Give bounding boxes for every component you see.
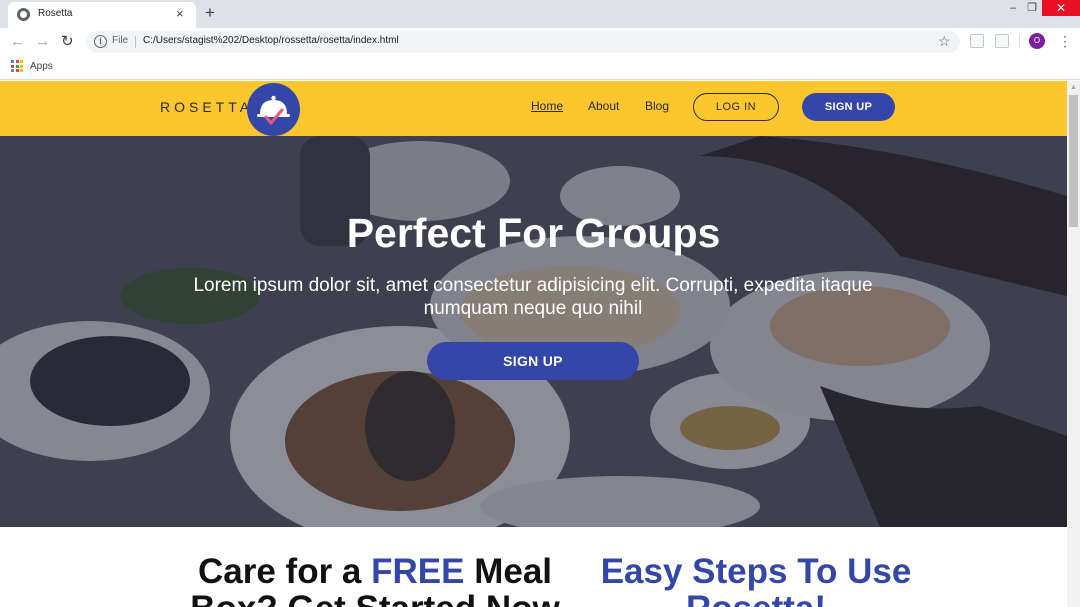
browser-tab-bar: Rosetta × + – ❐ ✕ — [0, 0, 1080, 28]
toolbar-divider — [1019, 35, 1020, 48]
free-highlight: FREE — [371, 552, 465, 591]
nav-about-link[interactable]: About — [588, 99, 619, 113]
hero-title: Perfect For Groups — [346, 210, 721, 256]
brand-name[interactable]: ROSETTA — [160, 99, 253, 115]
profile-avatar[interactable]: O — [1029, 33, 1045, 49]
forward-arrow-icon[interactable]: → — [35, 32, 50, 52]
hero-overlay — [0, 136, 1067, 527]
address-scheme-label: File — [112, 35, 129, 46]
page-viewport: ROSETTA Home About Blog LOG IN SIGN UP P… — [0, 81, 1067, 607]
globe-icon — [17, 8, 30, 21]
reload-icon[interactable]: ↻ — [61, 32, 74, 52]
hero-subtitle: Lorem ipsum dolor sit, amet consectetur … — [193, 275, 873, 319]
tab-close-icon[interactable]: × — [176, 6, 184, 22]
free-meal-heading: Care for a FREE Meal Box? Get Started No… — [160, 553, 590, 607]
hero-section: Perfect For Groups Lorem ipsum dolor sit… — [0, 136, 1067, 527]
tab-title: Rosetta — [38, 8, 73, 19]
scrollbar-thumb[interactable] — [1069, 95, 1078, 227]
bookmark-star-icon[interactable]: ☆ — [938, 33, 951, 50]
scroll-up-arrow-icon[interactable]: ▲ — [1070, 84, 1077, 91]
browser-toolbar: ← → ↻ i File C:/Users/stagist%202/Deskto… — [0, 28, 1080, 56]
nav-home-link[interactable]: Home — [531, 99, 563, 113]
site-navbar: ROSETTA Home About Blog LOG IN SIGN UP — [0, 81, 1067, 136]
nav-signup-button[interactable]: SIGN UP — [802, 93, 895, 121]
extension-icon[interactable] — [995, 34, 1009, 48]
login-button[interactable]: LOG IN — [693, 93, 779, 121]
new-tab-icon[interactable]: + — [205, 3, 215, 23]
window-close-button[interactable]: ✕ — [1042, 0, 1080, 16]
extension-icon[interactable] — [970, 34, 984, 48]
address-divider — [135, 36, 136, 48]
back-arrow-icon[interactable]: ← — [10, 32, 25, 52]
address-url[interactable]: C:/Users/stagist%202/Desktop/rossetta/ro… — [143, 35, 399, 46]
bookmarks-bar — [0, 56, 1080, 80]
apps-grid-icon[interactable] — [11, 60, 23, 72]
info-icon[interactable]: i — [94, 35, 107, 48]
free-meal-heading-pre: Care for a — [197, 552, 372, 591]
easy-steps-heading: Easy Steps To Use Rosetta! — [600, 552, 912, 607]
address-bar[interactable]: i File C:/Users/stagist%202/Desktop/ross… — [86, 31, 960, 53]
hero-signup-button[interactable]: SIGN UP — [427, 342, 639, 380]
nav-blog-link[interactable]: Blog — [645, 99, 669, 113]
browser-menu-icon[interactable]: ⋮ — [1058, 32, 1072, 50]
bookmark-apps[interactable]: Apps — [30, 61, 53, 72]
browser-tab[interactable]: Rosetta × — [8, 2, 196, 28]
cloche-check-icon[interactable] — [247, 83, 300, 136]
